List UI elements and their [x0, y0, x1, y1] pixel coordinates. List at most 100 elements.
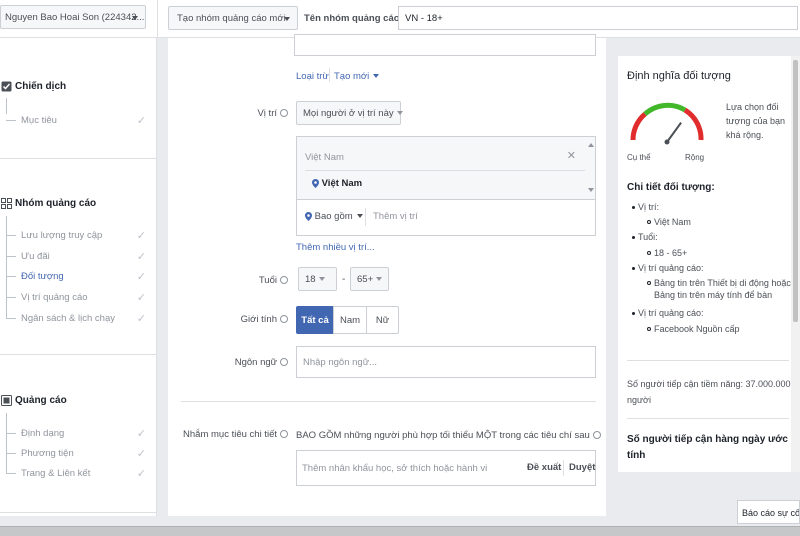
tree-branch: [6, 120, 16, 121]
scroll-down-icon[interactable]: [588, 188, 594, 192]
location-type-dropdown[interactable]: Mọi người ở vị trí này: [296, 101, 403, 125]
sidebar-item-budget-schedule[interactable]: Ngân sách & lịch chạy ✓: [0, 312, 150, 326]
selected-location: Việt Nam: [312, 178, 362, 189]
sidebar-item-label: Vị trí quảng cáo: [21, 292, 88, 303]
scroll-up-icon[interactable]: [588, 143, 594, 147]
browse-button[interactable]: Duyệt: [569, 462, 595, 473]
tree-branch: [6, 297, 16, 298]
location-search-input[interactable]: Thêm vị trí: [373, 211, 418, 222]
add-bulk-locations-link[interactable]: Thêm nhiều vị trí...: [296, 242, 375, 253]
chevron-down-icon: [396, 111, 403, 116]
page-scrollbar-thumb[interactable]: [793, 60, 798, 322]
sidebar-item-media[interactable]: Phương tiện ✓: [0, 447, 150, 461]
gauge-specific-label: Cụ thể: [627, 153, 651, 162]
checkbox-icon: [1, 81, 12, 92]
sidebar-item-label: Ngân sách & lịch chạy: [21, 313, 115, 324]
check-icon: ✓: [136, 313, 146, 325]
check-icon: ✓: [136, 448, 146, 460]
detailed-targeting-description: BAO GỒM những người phù hợp tối thiểu MỘ…: [296, 430, 601, 441]
report-problem-button[interactable]: Báo cáo sự cố: [737, 500, 800, 524]
sidebar-item-page-link[interactable]: Trang & Liên kết ✓: [0, 467, 150, 481]
custom-audience-input[interactable]: [294, 34, 596, 56]
location-label-text: Vị trí: [257, 108, 277, 119]
suggestions-button[interactable]: Đề xuất: [527, 462, 561, 473]
sidebar-item-placements[interactable]: Vị trí quảng cáo ✓: [0, 291, 150, 305]
info-icon[interactable]: [592, 431, 601, 440]
exclude-link[interactable]: Loại trừ: [296, 71, 329, 82]
divider: [0, 158, 157, 159]
info-icon[interactable]: [280, 109, 288, 118]
include-label: Bao gồm: [314, 211, 353, 222]
location-search-row: Bao gồm Thêm vị trí: [297, 199, 595, 235]
age-max-dropdown[interactable]: 65+: [350, 267, 389, 291]
detail-age-value: 18 - 65+: [646, 248, 688, 258]
account-selector[interactable]: Nguyen Bao Hoai Son (224342...: [0, 5, 146, 29]
account-name: Nguyen Bao Hoai Son (224342...: [5, 12, 145, 23]
divider: [563, 460, 564, 476]
check-icon: ✓: [136, 271, 146, 283]
sidebar-item-label: Trang & Liên kết: [21, 468, 91, 479]
divider: [627, 418, 789, 419]
tree-branch: [6, 276, 16, 277]
detailed-label-text: Nhắm mục tiêu chi tiết: [183, 429, 277, 440]
divider: [329, 68, 330, 82]
map-pin-icon: [305, 211, 312, 221]
audience-details-title: Chi tiết đối tượng:: [627, 182, 715, 193]
include-dropdown[interactable]: Bao gồm: [305, 211, 363, 222]
sidebar-item-objective[interactable]: Mục tiêu ✓: [0, 114, 150, 128]
age-min-dropdown[interactable]: 18: [298, 267, 337, 291]
sidebar-section-title: Quảng cáo: [15, 395, 67, 406]
sidebar: Chiến dịch Mục tiêu ✓ Nhóm quảng cáo Lưu…: [0, 38, 157, 516]
chevron-down-icon: [356, 214, 363, 219]
create-new-label: Tạo mới: [334, 71, 370, 82]
sidebar-item-label: Mục tiêu: [21, 115, 57, 126]
detail-placement: Vị trí quảng cáo:: [632, 263, 704, 273]
detailed-targeting-input[interactable]: Thêm nhân khẩu học, sở thích hoặc hành v…: [296, 450, 596, 486]
gender-male-button[interactable]: Nam: [333, 306, 367, 334]
tree-line: [6, 98, 7, 114]
age-max-value: 65+: [357, 274, 374, 285]
chevron-down-icon: [284, 17, 290, 21]
sidebar-item-label: Lưu lượng truy cập: [21, 230, 103, 241]
info-icon[interactable]: [280, 315, 288, 324]
location-type-label: Mọi người ở vị trí này: [303, 108, 394, 119]
language-field-label: Ngôn ngữ: [235, 357, 288, 368]
detailed-desc-text: BAO GỒM những người phù hợp tối thiểu MỘ…: [296, 430, 590, 441]
check-icon: ✓: [136, 251, 146, 263]
sidebar-item-audience[interactable]: Đối tượng ✓: [0, 270, 150, 284]
sidebar-section-title: Nhóm quảng cáo: [15, 198, 97, 209]
check-icon: ✓: [136, 230, 146, 242]
sidebar-item-traffic[interactable]: Lưu lượng truy cập ✓: [0, 229, 150, 243]
map-pin-icon: [312, 178, 319, 188]
detail-placement: Vị trí quảng cáo:: [632, 308, 704, 318]
gender-all-button[interactable]: Tất cả: [296, 306, 334, 334]
sidebar-item-label: Định dạng: [21, 428, 65, 439]
create-new-adset-dropdown[interactable]: Tạo nhóm quảng cáo mới: [168, 6, 298, 30]
tree-branch: [6, 433, 16, 434]
location-field-label: Vị trí: [257, 108, 288, 119]
gender-female-button[interactable]: Nữ: [366, 306, 399, 334]
gender-label-text: Giới tính: [240, 314, 277, 325]
audience-definition-panel: Định nghĩa đối tượng Cụ thể Rộng Lựa chọ…: [618, 56, 798, 472]
top-bar: Nguyen Bao Hoai Son (224342... Tạo nhóm …: [0, 0, 800, 38]
create-new-label: Tạo nhóm quảng cáo mới: [177, 13, 286, 24]
language-label-text: Ngôn ngữ: [234, 357, 277, 368]
divider: [305, 170, 585, 171]
info-icon[interactable]: [280, 430, 288, 439]
scrollbar[interactable]: [586, 141, 595, 196]
divider: [181, 401, 596, 402]
info-icon[interactable]: [280, 358, 288, 367]
gauge-broad-label: Rộng: [685, 153, 705, 162]
check-icon: ✓: [136, 115, 146, 127]
sidebar-item-format[interactable]: Định dạng ✓: [0, 427, 150, 441]
create-new-audience-link[interactable]: Tạo mới: [334, 71, 380, 82]
gauge-description: Lựa chọn đối tượng của bạn khá rộng.: [726, 102, 785, 140]
language-input[interactable]: Nhập ngôn ngữ...: [296, 346, 596, 378]
sidebar-item-offer[interactable]: Ưu đãi ✓: [0, 250, 150, 264]
sidebar-item-label: Đối tượng: [21, 271, 64, 282]
close-icon[interactable]: ✕: [567, 149, 576, 162]
info-icon[interactable]: [280, 276, 288, 285]
adset-name-input[interactable]: VN - 18+: [398, 6, 798, 30]
tree-branch: [6, 453, 16, 454]
daily-reach-title: Số người tiếp cận hàng ngày ước tính: [627, 434, 788, 461]
